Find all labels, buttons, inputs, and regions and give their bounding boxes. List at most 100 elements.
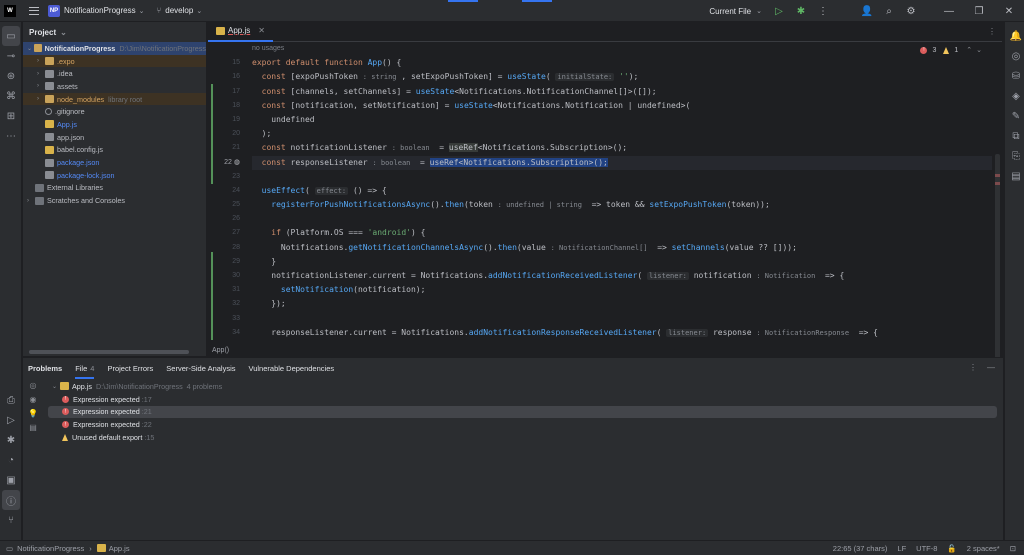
tree-item-external-libraries[interactable]: External Libraries	[23, 182, 206, 195]
problem-row[interactable]: ! Expression expected :17	[48, 393, 997, 406]
code-line-current[interactable]: const responseListener : boolean = useRe…	[252, 155, 992, 170]
bookmarks-icon[interactable]: ✎	[1005, 106, 1024, 126]
problem-row-selected[interactable]: ! Expression expected :21	[48, 405, 997, 419]
tab-project-errors[interactable]: Project Errors	[107, 364, 153, 373]
code-line[interactable]: export default function App() {	[252, 56, 992, 70]
tree-item-expo[interactable]: › .expo	[23, 54, 206, 68]
tab-server-side-analysis[interactable]: Server-Side Analysis	[166, 364, 235, 373]
tree-root[interactable]: ⌄ NotificationProgress D:\Jim\Notificati…	[23, 42, 206, 55]
code-line[interactable]	[252, 312, 992, 326]
code-line[interactable]: const [channels, setChannels] = useState…	[252, 85, 992, 99]
code-line[interactable]: registerForPushNotificationsAsync().then…	[252, 198, 992, 212]
debug-icon[interactable]: ✱	[790, 0, 812, 22]
notifications-icon[interactable]: 🔔	[1005, 26, 1024, 46]
code-line[interactable]: const [expoPushToken : string , setExpoP…	[252, 70, 992, 84]
tab-appjs[interactable]: App.js ✕	[208, 22, 273, 42]
bulb-icon[interactable]: 💡	[23, 406, 43, 420]
code-line[interactable]	[252, 170, 992, 184]
indent-setting[interactable]: 2 spaces*	[967, 544, 1000, 553]
coverage-icon[interactable]: ▤	[1005, 166, 1024, 186]
preview-icon[interactable]: ◉	[23, 392, 43, 406]
project-tool-icon[interactable]: ▭	[2, 26, 20, 46]
change-marker[interactable]	[211, 252, 213, 340]
close-tab-icon[interactable]: ✕	[258, 26, 265, 35]
commit-icon[interactable]: ⊸	[0, 46, 22, 66]
usages-hint[interactable]: no usages	[252, 42, 992, 56]
project-panel-title[interactable]: Project	[29, 28, 56, 37]
minimize-panel-icon[interactable]: —	[987, 363, 995, 372]
main-menu-icon[interactable]	[28, 5, 40, 17]
horizontal-scrollbar[interactable]	[29, 350, 189, 354]
more-options-icon[interactable]: ⋮	[969, 363, 977, 372]
restore-icon[interactable]: ❐	[964, 0, 994, 22]
tree-item-gitignore[interactable]: .gitignore	[23, 105, 206, 118]
profiler-icon[interactable]: ◔	[0, 450, 22, 470]
expand-arrow-icon[interactable]: ⌄	[52, 383, 60, 390]
tree-item-node-modules[interactable]: › node_modules library root	[23, 92, 206, 106]
search-icon[interactable]: ⌕	[878, 0, 900, 22]
more-tools-icon[interactable]: ⋯	[0, 126, 22, 146]
code-line[interactable]: notificationListener.current = Notificat…	[252, 269, 992, 283]
tree-item-babel[interactable]: babel.config.js	[23, 144, 206, 157]
more-actions-icon[interactable]: ⋮	[812, 0, 834, 22]
code-line[interactable]: );	[252, 127, 992, 141]
expand-arrow-icon[interactable]: ›	[27, 198, 35, 204]
services-icon[interactable]: ⎙	[0, 390, 22, 410]
tree-item-appjson[interactable]: app.json	[23, 131, 206, 144]
run-icon[interactable]: ▷	[768, 0, 790, 22]
problems-tool-icon[interactable]: ⓘ	[2, 490, 20, 510]
git-icon[interactable]: ⑂	[0, 510, 22, 530]
code-line[interactable]: });	[252, 297, 992, 311]
code-line[interactable]: const notificationListener : boolean = u…	[252, 141, 992, 155]
problem-row[interactable]: Unused default export :15	[48, 431, 997, 444]
tab-file[interactable]: File 4	[75, 364, 95, 379]
code-line[interactable]: }	[252, 255, 992, 269]
expand-arrow-icon[interactable]: ›	[37, 96, 45, 102]
tree-item-appjs[interactable]: App.js	[23, 118, 206, 131]
close-icon[interactable]: ✕	[994, 0, 1024, 22]
debug-tool-icon[interactable]: ✱	[0, 430, 22, 450]
chevron-down-icon[interactable]: ⌄	[756, 7, 762, 15]
code-line[interactable]: responseListener.current = Notifications…	[252, 326, 992, 340]
code-line[interactable]: Notifications.getNotificationChannelsAsy…	[252, 241, 992, 255]
bulb-icon[interactable]: ◍	[234, 159, 240, 166]
endpoints-icon[interactable]: ⧉	[1005, 126, 1024, 146]
branch-switcher[interactable]: develop	[165, 6, 193, 15]
structure-icon[interactable]: ⊞	[0, 106, 22, 126]
tree-item-assets[interactable]: › assets	[23, 80, 206, 93]
scroll-thumb[interactable]	[995, 154, 1000, 374]
code-line[interactable]: useEffect( effect: () => {	[252, 184, 992, 198]
ai-assistant-icon[interactable]: ◎	[1005, 46, 1024, 66]
tree-item-package-json[interactable]: package.json	[23, 156, 206, 169]
tree-item-idea[interactable]: › .idea	[23, 67, 206, 80]
expand-arrow-icon[interactable]: ⌄	[27, 45, 34, 52]
code-line[interactable]: const [notification, setNotification] = …	[252, 99, 992, 113]
change-marker[interactable]	[211, 84, 213, 184]
status-file[interactable]: App.js	[109, 544, 130, 553]
lock-icon[interactable]: 🔓	[947, 544, 956, 553]
database-icon[interactable]: ⛁	[1005, 66, 1024, 86]
line-separator[interactable]: LF	[897, 544, 906, 553]
add-user-icon[interactable]: 👤	[856, 0, 878, 22]
breadcrumb[interactable]: App()	[212, 347, 229, 354]
expand-arrow-icon[interactable]: ›	[37, 58, 45, 64]
npm-icon[interactable]: ⌘	[0, 86, 22, 106]
documents-icon[interactable]: ⎘	[1005, 146, 1024, 166]
code-line[interactable]	[252, 212, 992, 226]
run-tool-icon[interactable]: ▷	[0, 410, 22, 430]
run-config-selector[interactable]: Current File	[709, 7, 751, 16]
vertical-scrollbar[interactable]	[995, 44, 1000, 374]
pull-requests-icon[interactable]: ⊛	[0, 66, 22, 86]
terminal-icon[interactable]: ▣	[0, 470, 22, 490]
project-switcher[interactable]: NotificationProgress	[64, 6, 136, 15]
tree-item-package-lock[interactable]: package-lock.json	[23, 169, 206, 182]
code-line[interactable]: if (Platform.OS === 'android') {	[252, 226, 992, 240]
code-area[interactable]: no usages export default function App() …	[252, 42, 992, 342]
copilot-icon[interactable]: ◈	[1005, 86, 1024, 106]
chevron-down-icon[interactable]: ⌄	[196, 7, 202, 15]
expand-arrow-icon[interactable]: ›	[37, 83, 45, 89]
more-tabs-icon[interactable]: ⋮	[988, 27, 996, 36]
problem-row[interactable]: ! Expression expected :22	[48, 418, 997, 431]
chevron-down-icon[interactable]: ⌄	[139, 7, 145, 15]
auto-scroll-icon[interactable]: ◎	[23, 378, 43, 392]
